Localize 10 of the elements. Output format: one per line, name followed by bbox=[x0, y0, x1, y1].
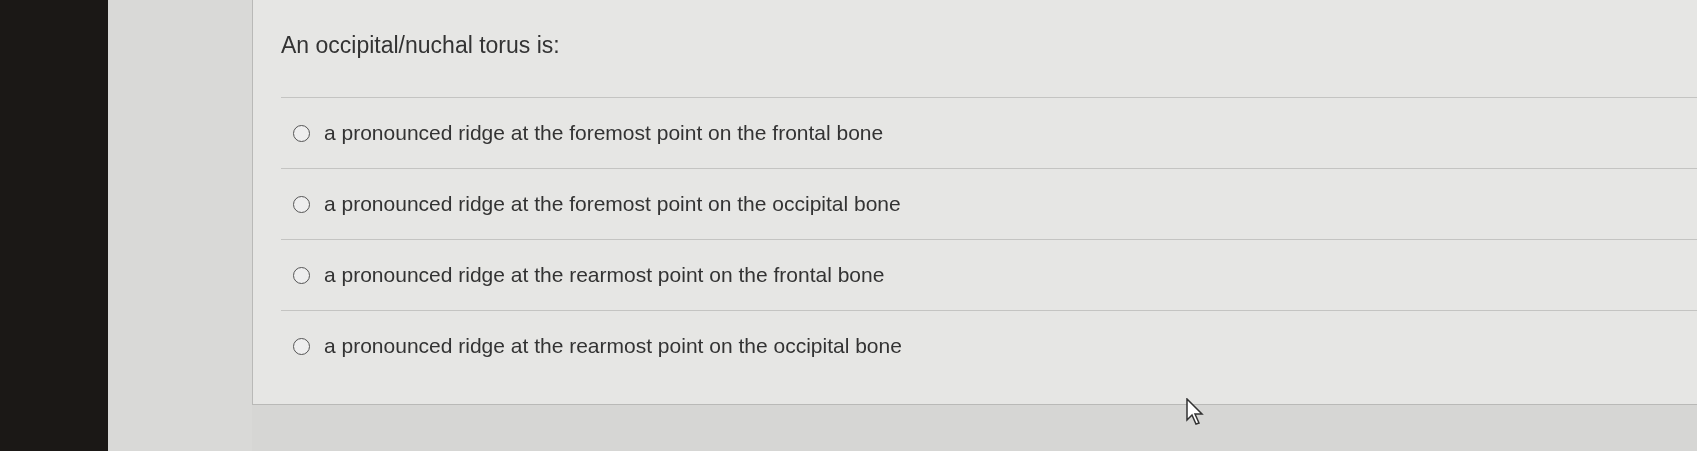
option-label[interactable]: a pronounced ridge at the foremost point on the frontal bone bbox=[324, 121, 884, 145]
option-label[interactable]: a pronounced ridge at the rearmost point on the frontal bone bbox=[324, 263, 885, 287]
radio-button[interactable] bbox=[293, 337, 310, 355]
radio-button[interactable] bbox=[293, 124, 310, 142]
question-text: An occipital/nuchal torus is: bbox=[281, 32, 561, 59]
radio-button[interactable] bbox=[293, 266, 310, 284]
option-label[interactable]: a pronounced ridge at the foremost point on the occipital bone bbox=[324, 192, 901, 216]
option-label[interactable]: a pronounced ridge at the rearmost point on the occipital bone bbox=[324, 334, 902, 358]
cursor-icon bbox=[1186, 398, 1206, 426]
radio-button[interactable] bbox=[293, 195, 310, 213]
